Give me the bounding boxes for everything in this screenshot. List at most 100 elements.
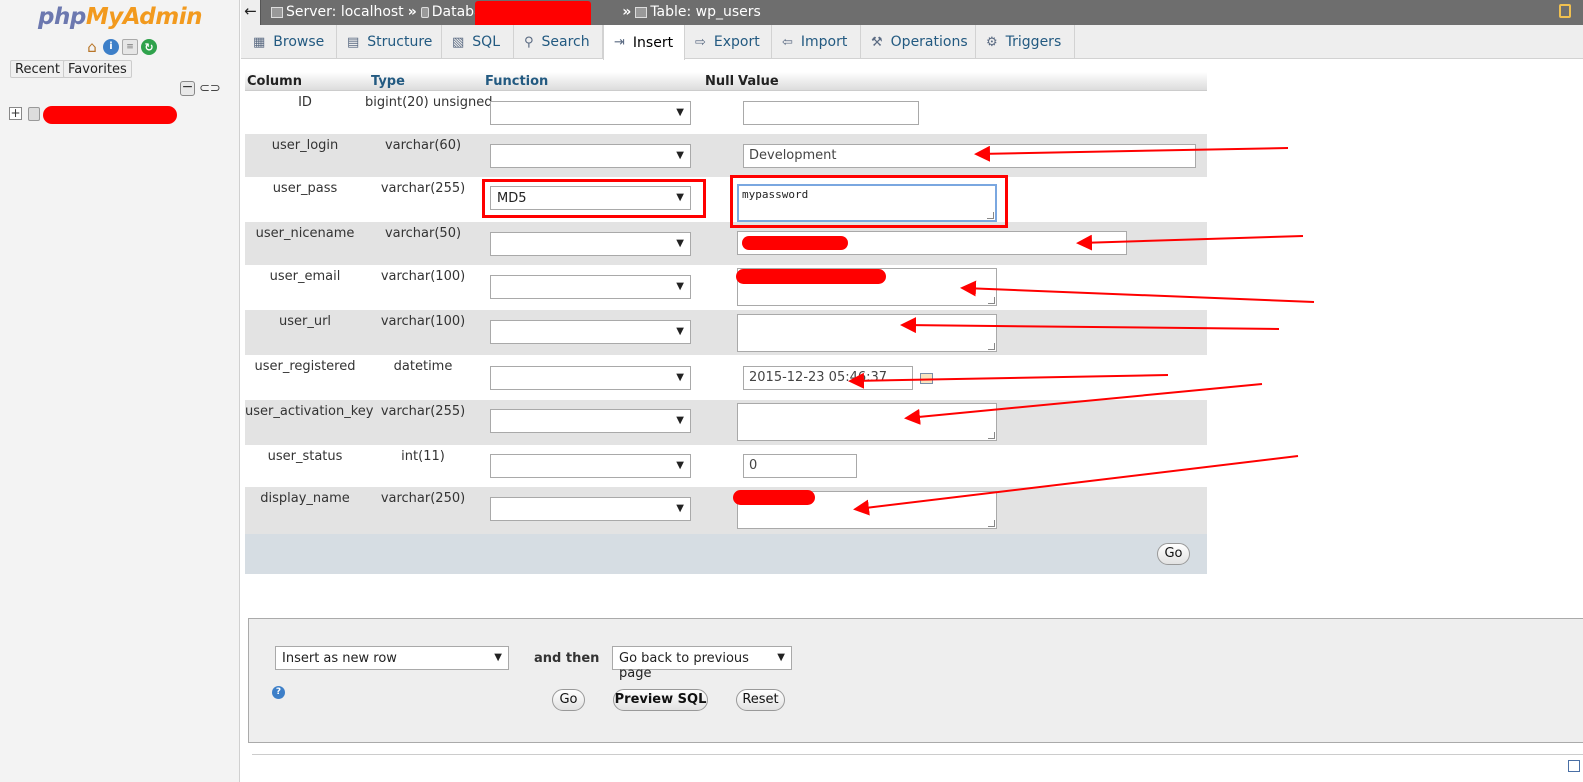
column-type: varchar(250) [380, 491, 466, 506]
tab-search[interactable]: ⚲ Search [514, 25, 603, 59]
value-textarea-user-activation-key[interactable] [737, 403, 997, 441]
info-icon[interactable]: i [103, 39, 119, 55]
value-input-user-login[interactable]: Development [743, 144, 1196, 168]
breadcrumb-separator: » [622, 4, 632, 20]
tab-triggers[interactable]: ⚙ Triggers [976, 25, 1075, 59]
header-value: Value [738, 74, 779, 89]
insert-options-fieldset [248, 618, 1583, 743]
breadcrumb-separator: » [407, 4, 417, 20]
column-name: user_registered [254, 359, 356, 374]
dropdown-arrow-icon: ▼ [676, 107, 684, 118]
dropdown-arrow-icon: ▼ [676, 503, 684, 514]
calendar-icon[interactable] [920, 373, 933, 384]
phpmyadmin-logo[interactable]: phpMyAdmin [38, 4, 202, 30]
after-insert-select[interactable]: Go back to previous page ▼ [612, 646, 792, 681]
docs-icon[interactable]: ≡ [122, 39, 138, 55]
column-type: varchar(50) [384, 226, 462, 241]
redacted-email [736, 269, 886, 284]
table-row: user_email varchar(100) ▼ [245, 265, 1207, 310]
function-select[interactable]: ▼ [490, 275, 691, 299]
console-icon[interactable] [1568, 760, 1580, 772]
function-select[interactable]: ▼ [490, 454, 691, 478]
header-column: Column [247, 74, 302, 89]
go-button[interactable]: Go [1157, 543, 1190, 565]
tab-operations[interactable]: ⚒ Operations [861, 25, 976, 59]
column-name: user_url [278, 314, 332, 329]
help-icon[interactable]: ? [272, 686, 285, 699]
dropdown-arrow-icon: ▼ [676, 460, 684, 471]
tab-browse[interactable]: ▦ Browse [243, 25, 337, 59]
resize-grip-icon[interactable] [988, 297, 995, 304]
tab-insert[interactable]: ⇥ Insert [603, 25, 685, 60]
column-name: ID [298, 95, 312, 110]
function-select[interactable]: ▼ [490, 497, 691, 521]
form-go-strip: Go [245, 534, 1207, 574]
table-row: ID bigint(20) unsigned ▼ [245, 91, 1207, 134]
function-select[interactable]: ▼ [490, 144, 691, 168]
column-name: user_nicename [255, 226, 355, 241]
link-icon[interactable]: ⊂⊃ [199, 81, 221, 96]
table-row: user_registered datetime ▼ 2015-12-23 05… [245, 355, 1207, 400]
highlight-password-value [730, 175, 1008, 228]
recent-tab[interactable]: Recent [10, 60, 65, 78]
dropdown-arrow-icon: ▼ [676, 415, 684, 426]
function-select[interactable]: ▼ [490, 232, 691, 256]
browse-icon: ▦ [253, 34, 266, 50]
table-header: Column Type Function Null Value [245, 72, 1207, 91]
top-breadcrumb-bar: ← Server: localhost » Database: » Table:… [241, 0, 1583, 28]
table-row: user_status int(11) ▼ 0 [245, 445, 1207, 487]
dropdown-arrow-icon: ▼ [494, 652, 502, 663]
reload-icon[interactable]: ↻ [141, 39, 157, 55]
column-name: user_pass [272, 181, 338, 196]
search-icon: ⚲ [524, 34, 534, 50]
tab-import[interactable]: ⇦ Import [772, 25, 861, 59]
function-select[interactable]: ▼ [490, 101, 691, 125]
dropdown-arrow-icon: ▼ [676, 372, 684, 383]
table-row: user_login varchar(60) ▼ Development [245, 134, 1207, 177]
preview-sql-button[interactable]: Preview SQL [613, 689, 708, 711]
structure-icon: ▤ [347, 34, 360, 50]
expand-icon[interactable]: + [9, 107, 22, 120]
value-input-user-registered[interactable]: 2015-12-23 05:46:37 [743, 366, 913, 390]
server-icon [271, 6, 283, 18]
favorites-tab[interactable]: Favorites [63, 60, 132, 78]
collapse-all-icon[interactable]: − [180, 80, 195, 96]
lock-icon[interactable] [1559, 4, 1571, 18]
column-name: display_name [260, 491, 350, 506]
wrench-icon: ⚒ [871, 34, 883, 50]
function-select[interactable]: ▼ [490, 409, 691, 433]
sql-icon: ▧ [452, 34, 465, 50]
tab-structure[interactable]: ▤ Structure [337, 25, 442, 59]
header-function[interactable]: Function [485, 74, 548, 89]
dropdown-arrow-icon: ▼ [676, 281, 684, 292]
bottom-go-button[interactable]: Go [552, 689, 585, 711]
header-type[interactable]: Type [371, 74, 405, 89]
table-row: user_url varchar(100) ▼ [245, 310, 1207, 355]
breadcrumb-server[interactable]: Server: localhost [271, 4, 404, 20]
column-name: user_status [267, 449, 343, 464]
resize-grip-icon[interactable] [988, 520, 995, 527]
breadcrumb-table[interactable]: Table: wp_users [635, 4, 761, 20]
reset-button[interactable]: Reset [736, 689, 785, 711]
home-icon[interactable]: ⌂ [84, 39, 100, 55]
redacted-database-name [43, 106, 177, 124]
insert-mode-select[interactable]: Insert as new row ▼ [275, 646, 509, 670]
database-icon [420, 6, 429, 18]
back-button[interactable]: ← [241, 0, 261, 25]
resize-grip-icon[interactable] [988, 343, 995, 350]
function-select[interactable]: ▼ [490, 320, 691, 344]
value-input-id[interactable] [743, 101, 919, 125]
value-input-user-status[interactable]: 0 [743, 454, 857, 478]
tab-export[interactable]: ⇨ Export [685, 25, 772, 59]
function-select[interactable]: ▼ [490, 366, 691, 390]
column-name: user_login [271, 138, 339, 153]
column-type: bigint(20) unsigned [365, 95, 493, 110]
tab-sql[interactable]: ▧ SQL [442, 25, 514, 59]
resize-grip-icon[interactable] [988, 432, 995, 439]
redacted-database-name [475, 1, 591, 28]
triggers-icon: ⚙ [986, 34, 998, 50]
value-textarea-user-url[interactable] [737, 314, 997, 352]
table-icon [635, 6, 648, 18]
header-null: Null [705, 74, 735, 89]
and-then-label: and then [534, 651, 600, 666]
